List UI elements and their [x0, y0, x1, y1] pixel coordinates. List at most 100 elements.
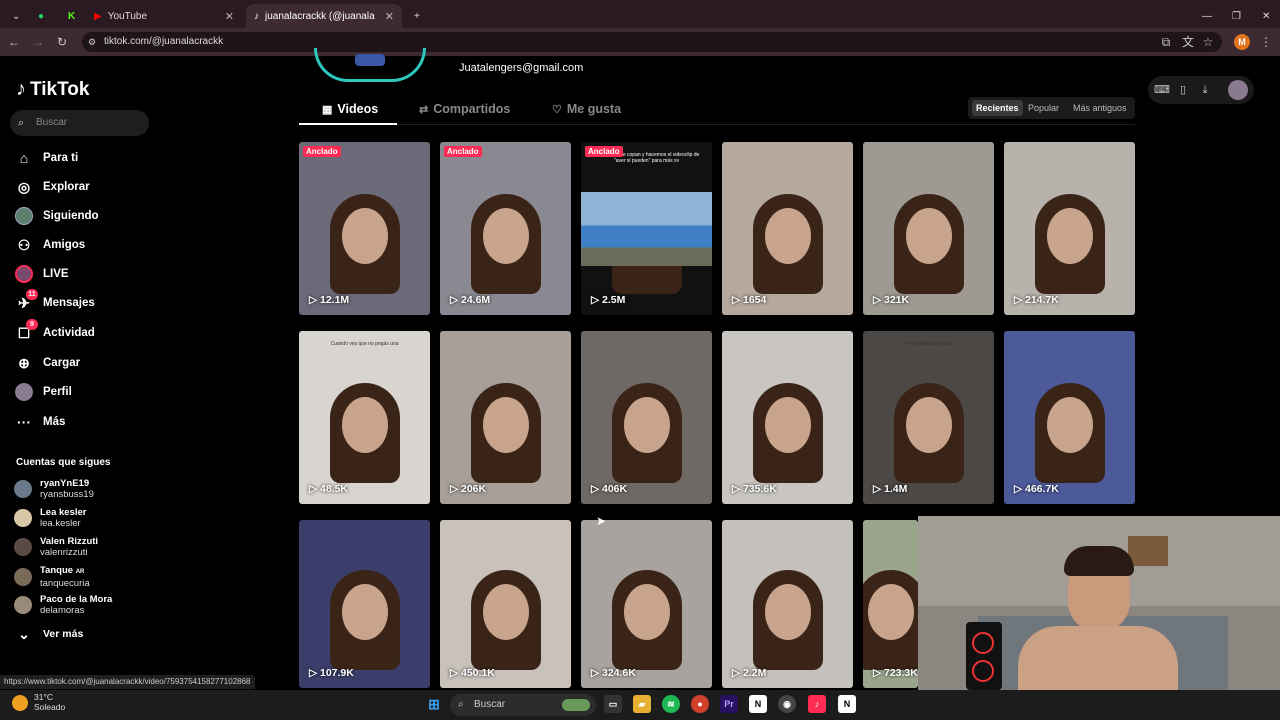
- play-icon: ▷: [732, 294, 743, 306]
- video-card[interactable]: ▷ 450.1K: [440, 520, 571, 688]
- back-icon[interactable]: ←: [6, 34, 22, 50]
- nav-item-perfil[interactable]: Perfil: [14, 381, 72, 403]
- following-account[interactable]: Tanque AR tanquecuria: [14, 565, 90, 589]
- video-card[interactable]: ▷ 324.6K: [581, 520, 712, 688]
- kick-tab[interactable]: K: [60, 4, 80, 28]
- sort-popular[interactable]: Popular: [1024, 100, 1063, 116]
- view-count-text: 324.6K: [602, 667, 636, 679]
- phone-icon[interactable]: ▯: [1175, 82, 1191, 98]
- play-icon: ▷: [450, 667, 461, 679]
- temperature: 31°C: [34, 692, 53, 702]
- video-card[interactable]: Pov: poten un temon ▷ 1.4M: [863, 331, 994, 504]
- tiktok-app-icon[interactable]: ♪: [808, 695, 826, 713]
- video-card[interactable]: ▷ 723.3K: [863, 520, 918, 688]
- cast-icon[interactable]: ⧉: [1158, 34, 1174, 50]
- notion-app-icon[interactable]: N: [838, 695, 856, 713]
- view-count-text: 1654: [743, 294, 767, 306]
- search-input[interactable]: ⌕ Buscar: [10, 110, 149, 136]
- webcam-overlay: [918, 516, 1280, 690]
- tiktok-logo[interactable]: ♪ TikTok: [16, 78, 89, 101]
- nav-item-mensajes[interactable]: ✈ 11 Mensajes: [14, 289, 95, 314]
- tab-tiktok[interactable]: ♪ juanalacrackk (@juanalacrackk ✕: [246, 4, 402, 28]
- nav-item-siguiendo[interactable]: Siguiendo: [14, 205, 99, 227]
- close-window-button[interactable]: ✕: [1254, 4, 1274, 28]
- reload-icon[interactable]: ↻: [54, 34, 70, 50]
- download-icon[interactable]: ⤓: [1197, 82, 1213, 98]
- taskbar-search[interactable]: ⌕ Buscar: [450, 694, 596, 716]
- spotify-icon[interactable]: ≋: [662, 695, 680, 713]
- nav-item-mas[interactable]: ··· Más: [14, 411, 65, 433]
- nav-label: Mensajes: [43, 297, 95, 309]
- tab-compartidos[interactable]: ⇄ Compartidos: [419, 102, 510, 116]
- video-card[interactable]: ▷ 466.7K: [1004, 331, 1135, 504]
- video-card[interactable]: Cuando ves que no pegás una ▷ 48.5K: [299, 331, 430, 504]
- sort-recientes[interactable]: Recientes: [972, 100, 1023, 116]
- minimize-button[interactable]: —: [1194, 4, 1214, 28]
- tab-search-button[interactable]: ⌄: [4, 4, 24, 28]
- see-more-button[interactable]: ⌄ Ver más: [14, 623, 83, 645]
- video-card[interactable]: ▷ 2.2M: [722, 520, 853, 688]
- account-name: Valen Rizzuti: [40, 536, 99, 547]
- close-icon[interactable]: ✕: [225, 10, 234, 23]
- user-avatar[interactable]: [1228, 80, 1248, 100]
- grid-icon: ▦: [322, 103, 333, 116]
- tab-videos[interactable]: ▦ Videos: [322, 102, 378, 116]
- avatar: [14, 509, 32, 527]
- video-card[interactable]: ▷ 321K: [863, 142, 994, 315]
- video-card[interactable]: Anclado ▷ 12.1M: [299, 142, 430, 315]
- windows-start-icon[interactable]: ⊞: [425, 695, 443, 713]
- file-explorer-icon[interactable]: ▰: [633, 695, 651, 713]
- view-count-text: 48.5K: [320, 483, 349, 495]
- profile-avatar[interactable]: M: [1234, 34, 1250, 50]
- nav-item-explorar[interactable]: ◎ Explorar: [14, 176, 90, 198]
- weather-widget[interactable]: 31°C Soleado: [34, 692, 65, 712]
- tab-me-gusta[interactable]: ♡ Me gusta: [552, 102, 621, 116]
- video-card[interactable]: ▷ 735.6K: [722, 331, 853, 504]
- address-bar[interactable]: ⚙ tiktok.com/@juanalacrackk: [82, 32, 1222, 52]
- webcam-wall-board: [1128, 536, 1168, 566]
- whatsapp-tab[interactable]: ●: [30, 4, 50, 28]
- site-info-icon[interactable]: ⚙: [88, 32, 96, 52]
- close-icon[interactable]: ✕: [385, 10, 394, 23]
- nav-item-actividad[interactable]: ☐ 9 Actividad: [14, 319, 95, 344]
- video-card[interactable]: Mis amigos se copan y hacemos el videocl…: [581, 142, 712, 315]
- nav-label: Siguiendo: [43, 210, 99, 222]
- new-tab-button[interactable]: +: [406, 4, 426, 28]
- video-card[interactable]: ▷ 214.7K: [1004, 142, 1135, 315]
- friends-icon: ⚇: [17, 236, 31, 253]
- menu-icon[interactable]: ⋮: [1258, 34, 1274, 50]
- account-name: Paco de la Mora: [40, 594, 113, 605]
- search-icon: ⌕: [458, 699, 464, 710]
- notion-icon[interactable]: N: [749, 695, 767, 713]
- video-thumbnail-face: [1046, 207, 1093, 264]
- bookmark-star-icon[interactable]: ☆: [1200, 34, 1216, 50]
- following-account[interactable]: Lea kesler lea.kesler: [14, 507, 86, 529]
- play-icon: ▷: [450, 294, 461, 306]
- nav-item-cargar[interactable]: ⊕ Cargar: [14, 352, 80, 374]
- nav-item-para-ti[interactable]: ⌂ Para ti: [14, 147, 78, 169]
- nav-item-live[interactable]: LIVE: [14, 263, 69, 285]
- following-account[interactable]: Valen Rizzuti valenrizzuti: [14, 536, 98, 558]
- nav-label: Más: [43, 416, 66, 428]
- following-account[interactable]: Paco de la Mora delamoras: [14, 594, 112, 616]
- video-card[interactable]: ▷ 107.9K: [299, 520, 430, 688]
- play-icon: ▷: [591, 294, 602, 306]
- video-card[interactable]: ▷ 406K: [581, 331, 712, 504]
- tab-youtube[interactable]: ▶ YouTube ✕: [86, 4, 242, 28]
- video-card[interactable]: ▷ 206K: [440, 331, 571, 504]
- sort-mas-antiguos[interactable]: Más antiguos: [1069, 100, 1131, 116]
- nav-item-amigos[interactable]: ⚇ Amigos: [14, 234, 85, 256]
- video-card[interactable]: ▷ 1654: [722, 142, 853, 315]
- chrome-icon[interactable]: ●: [691, 695, 709, 713]
- premiere-icon[interactable]: Pr: [720, 695, 738, 713]
- video-card[interactable]: Anclado ▷ 24.6M: [440, 142, 571, 315]
- obs-icon[interactable]: ◉: [778, 695, 796, 713]
- forward-icon[interactable]: →: [30, 34, 46, 50]
- tab-label: Me gusta: [566, 102, 622, 116]
- keyboard-icon[interactable]: ⌨: [1154, 82, 1170, 98]
- translate-icon[interactable]: 文: [1180, 34, 1196, 50]
- task-view-icon[interactable]: ▭: [604, 695, 622, 713]
- following-account[interactable]: ryanYnE19 ryansbuss19: [14, 478, 94, 500]
- restore-button[interactable]: ❐: [1224, 4, 1244, 28]
- account-name: Tanque: [40, 565, 74, 576]
